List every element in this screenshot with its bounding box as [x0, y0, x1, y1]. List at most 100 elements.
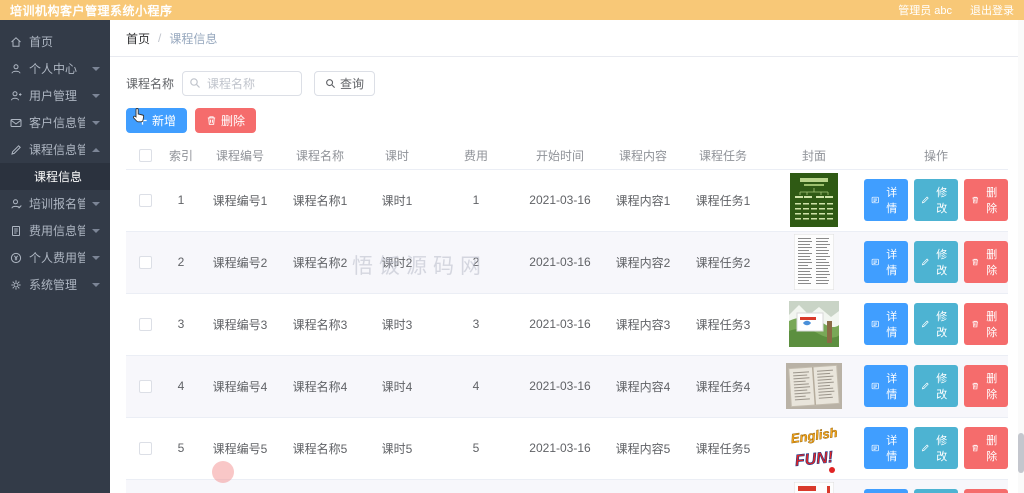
breadcrumb-current: 课程信息: [169, 31, 218, 46]
scrollbar-track[interactable]: [1018, 20, 1024, 493]
cell-task: 课程任务1: [682, 169, 764, 232]
delete-row-button[interactable]: 删除: [964, 365, 1008, 407]
user-icon: [10, 63, 22, 75]
cell-task: 课程任务5: [682, 417, 764, 480]
cell-fee: 2: [436, 231, 516, 294]
delete-row-button[interactable]: 删除: [964, 179, 1008, 221]
row-actions: 详情 修改 删除: [864, 179, 1008, 221]
cell-content: 课程内容2: [604, 231, 682, 294]
cell-task: 课程任务3: [682, 293, 764, 356]
sidebar-item-training-enroll[interactable]: 培训报名管理: [0, 190, 110, 217]
table-row: 3 课程编号3 课程名称3 课时3 3 2021-03-16 课程内容3 课程任…: [126, 293, 1008, 356]
breadcrumb-home[interactable]: 首页: [126, 30, 150, 47]
detail-button[interactable]: 详情: [864, 179, 908, 221]
cell-hours: 课时4: [358, 355, 436, 418]
delete-row-button[interactable]: 删除: [964, 489, 1008, 493]
pencil-icon: [921, 444, 929, 452]
chevron-down-icon: [92, 201, 100, 206]
cell-content: 课程内容3: [604, 293, 682, 356]
modify-button[interactable]: 修改: [914, 489, 958, 493]
cover-image-green-chart: [790, 173, 838, 227]
sidebar-item-label: 课程信息: [34, 170, 83, 184]
cell-code: 课程编号4: [198, 355, 282, 418]
cell-index: 2: [164, 231, 198, 294]
sidebar-item-course-info-management[interactable]: 课程信息管理: [0, 136, 110, 163]
detail-button[interactable]: 详情: [864, 303, 908, 345]
row-checkbox[interactable]: [138, 441, 152, 455]
modify-button-label: 修改: [936, 311, 948, 339]
modify-button[interactable]: 修改: [914, 365, 958, 407]
trash-icon: [972, 382, 979, 390]
sidebar-item-customer-info[interactable]: 客户信息管理: [0, 109, 110, 136]
list-icon: [871, 196, 879, 204]
col-header-hours: 课时: [358, 143, 436, 170]
trash-icon: [207, 116, 216, 125]
sidebar-item-label: 系统管理: [29, 278, 78, 292]
sidebar-item-fee-info[interactable]: 费用信息管理: [0, 217, 110, 244]
cell-index: 5: [164, 417, 198, 480]
sidebar-item-label: 培训报名管理: [29, 197, 85, 211]
row-checkbox[interactable]: [138, 255, 152, 269]
modify-button[interactable]: 修改: [914, 427, 958, 469]
doc-icon: [10, 225, 22, 237]
sidebar-item-system-management[interactable]: 系统管理: [0, 271, 110, 298]
col-header-code: 课程编号: [198, 143, 282, 170]
row-actions: 详情 修改 删除: [864, 241, 1008, 283]
delete-row-button[interactable]: 删除: [964, 427, 1008, 469]
app-root: 培训机构客户管理系统小程序 管理员 abc 退出登录 首页 个人中心 用户管理 …: [0, 0, 1024, 493]
sidebar-item-personal-center[interactable]: 个人中心: [0, 55, 110, 82]
chevron-down-icon: [92, 66, 100, 71]
delete-row-button-label: 删除: [986, 373, 998, 401]
detail-button[interactable]: 详情: [864, 241, 908, 283]
modify-button[interactable]: 修改: [914, 179, 958, 221]
cell-fee: 4: [436, 355, 516, 418]
query-button[interactable]: 查询: [314, 71, 376, 96]
users-icon: [10, 90, 22, 102]
row-checkbox[interactable]: [138, 193, 152, 207]
cover-image-english-fun: English FUN!: [787, 420, 841, 476]
col-header-start: 开始时间: [516, 143, 604, 170]
trash-icon: [972, 444, 979, 452]
pencil-icon: [921, 320, 929, 328]
row-checkbox[interactable]: [138, 379, 152, 393]
sidebar-subitem-course-info[interactable]: 课程信息: [0, 163, 110, 190]
row-checkbox[interactable]: [138, 317, 152, 331]
delete-row-button[interactable]: 删除: [964, 303, 1008, 345]
gear-icon: [10, 279, 22, 291]
detail-button[interactable]: 详情: [864, 427, 908, 469]
detail-button[interactable]: 详情: [864, 365, 908, 407]
trash-icon: [972, 196, 979, 204]
add-button-label: 新增: [152, 114, 177, 128]
app-title: 培训机构客户管理系统小程序: [10, 3, 173, 18]
sidebar-item-personal-fee[interactable]: 个人费用管理: [0, 244, 110, 271]
cell-name: 课程名称4: [282, 355, 358, 418]
cell-code: 课程编号6: [198, 479, 282, 493]
logout-link[interactable]: 退出登录: [970, 2, 1014, 18]
trash-icon: [972, 320, 979, 328]
col-header-cover: 封面: [764, 143, 864, 170]
modify-button-label: 修改: [936, 373, 948, 401]
admin-user-label[interactable]: 管理员 abc: [898, 2, 952, 18]
modify-button[interactable]: 修改: [914, 303, 958, 345]
chevron-down-icon: [92, 120, 100, 125]
detail-button-label: 详情: [886, 435, 898, 463]
chevron-down-icon: [92, 255, 100, 260]
sidebar-item-user-management[interactable]: 用户管理: [0, 82, 110, 109]
detail-button[interactable]: 详情: [864, 489, 908, 493]
sidebar-item-home[interactable]: 首页: [0, 28, 110, 55]
add-button[interactable]: 新增: [126, 108, 188, 133]
delete-row-button[interactable]: 删除: [964, 241, 1008, 283]
delete-button[interactable]: 删除: [195, 108, 257, 133]
row-actions: 详情 修改 删除: [864, 365, 1008, 407]
cell-code: 课程编号1: [198, 169, 282, 232]
cover-image-cartoon-landscape: [789, 301, 839, 347]
delete-button-label: 删除: [221, 114, 246, 128]
cell-fee: 6: [436, 479, 516, 493]
modify-button[interactable]: 修改: [914, 241, 958, 283]
table-row: 1 课程编号1 课程名称1 课时1 1 2021-03-16 课程内容1 课程任…: [126, 169, 1008, 232]
sidebar-item-label: 用户管理: [29, 89, 78, 103]
course-table-wrap: 索引 课程编号 课程名称 课时 费用 开始时间 课程内容 课程任务 封面 操作: [126, 143, 1008, 493]
select-all-checkbox[interactable]: [138, 149, 152, 163]
scrollbar-thumb[interactable]: [1018, 433, 1024, 473]
cell-fee: 3: [436, 293, 516, 356]
